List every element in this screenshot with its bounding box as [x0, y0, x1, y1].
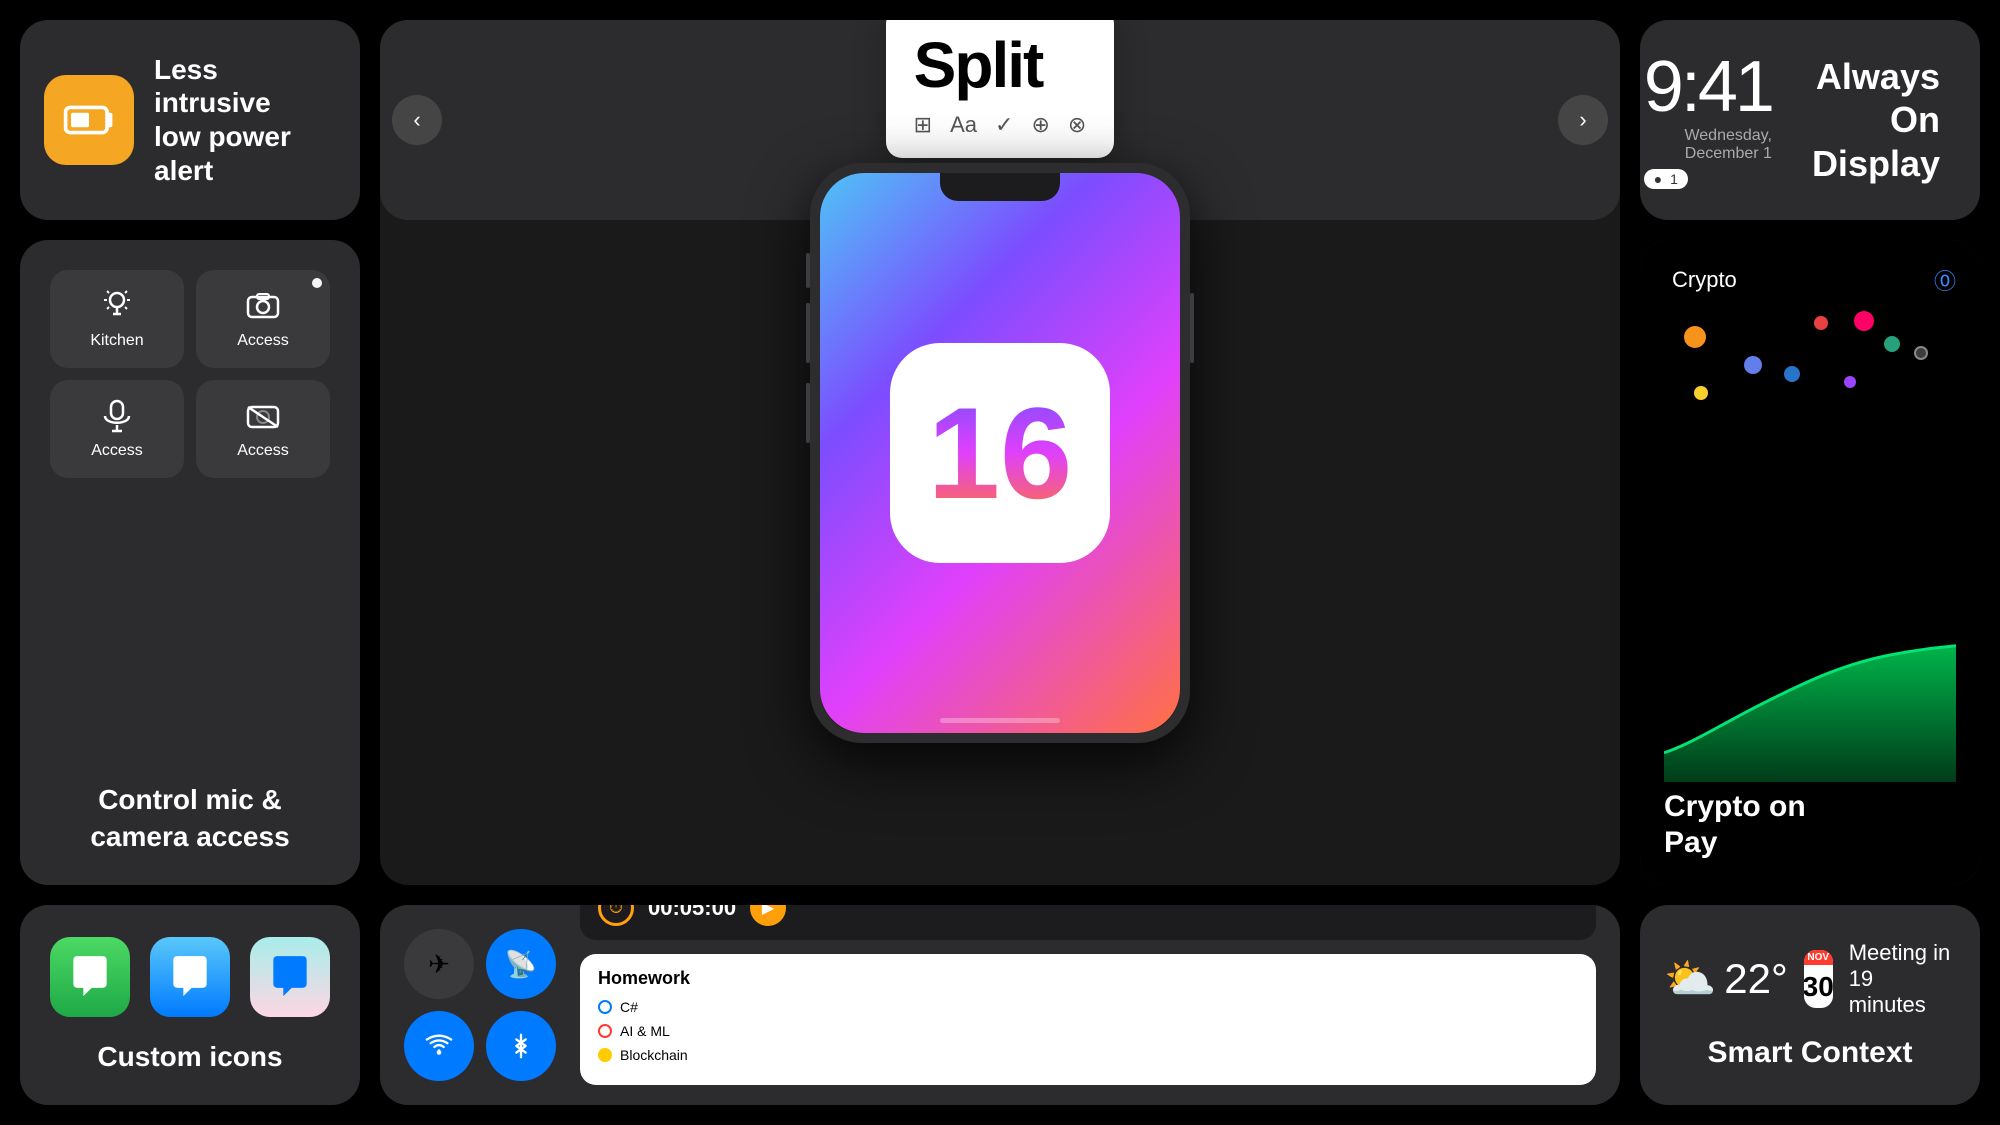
split-word: Split: [914, 28, 1087, 102]
always-on-display-card: 9:41 Wednesday, December 1 ● 1 Always On…: [1640, 20, 1980, 220]
crypto-chart-area: [1664, 306, 1956, 789]
timer-play-button[interactable]: ▶: [750, 905, 786, 926]
usdc-dot: [1784, 366, 1800, 382]
check-icon[interactable]: ✓: [995, 112, 1013, 138]
meeting-text: Meeting in 19 minutes: [1849, 940, 1956, 1018]
no-camera-label: Access: [237, 442, 289, 460]
icons-row: [50, 937, 330, 1017]
timer-display: 00:05:00: [648, 905, 736, 921]
aod-clock: 9:41: [1644, 51, 1772, 123]
cal-month: NOV: [1804, 950, 1833, 965]
weather-icon: ⛅: [1664, 955, 1716, 1004]
bluetooth-btn[interactable]: [486, 1011, 556, 1081]
aod-time-section: 9:41 Wednesday, December 1 ● 1: [1644, 51, 1772, 189]
podcast-btn[interactable]: 📡: [486, 929, 556, 999]
nav-arrow-right[interactable]: ›: [1558, 95, 1608, 145]
smart-context-card: ⛅ 22° NOV 30 Meeting in 19 minutes Smart…: [1640, 905, 1980, 1105]
home-indicator: [940, 718, 1060, 723]
hw-dot-yellow: [598, 1048, 612, 1062]
custom-icons-label: Custom icons: [97, 1041, 282, 1073]
homework-widget: Homework C# AI & ML Blockchain: [580, 954, 1596, 1085]
battery-icon: [44, 75, 134, 165]
smart-top-row: ⛅ 22° NOV 30 Meeting in 19 minutes: [1664, 940, 1956, 1018]
eth-dot: [1744, 356, 1762, 374]
matic-dot: [1854, 311, 1874, 331]
hw-dot-blue: [598, 1000, 612, 1014]
calendar-widget: NOV 30: [1804, 950, 1833, 1008]
usdt-dot: [1884, 336, 1900, 352]
ios16-number: 16: [928, 388, 1073, 518]
volume-down-button: [806, 383, 810, 443]
power-alert-text: Less intrusive low power alert: [154, 53, 336, 187]
iphone-frame: 16: [810, 163, 1190, 743]
mic-grid: Kitchen Access Access: [50, 270, 330, 478]
messages-icon-blue[interactable]: [150, 937, 230, 1017]
weather-widget: ⛅ 22°: [1664, 955, 1788, 1004]
mic-access-item[interactable]: Access: [50, 380, 184, 478]
cal-day: 30: [1804, 965, 1833, 1008]
aod-toggle-switch[interactable]: ● 1: [1644, 169, 1688, 189]
interactive-widgets-card: ✈ 📡 ⏱: [380, 905, 1620, 1105]
font-icon[interactable]: Aa: [950, 112, 977, 138]
crypto-inner: Crypto ⓪: [1640, 240, 1980, 885]
aod-toggle: ● 1: [1644, 169, 1772, 189]
crypto-footer: Crypto on Pay: [1664, 789, 1956, 861]
timer-icon: ⏱: [598, 905, 634, 926]
smart-context-label: Smart Context: [1707, 1036, 1912, 1070]
kitchen-item[interactable]: Kitchen: [50, 270, 184, 368]
timer-widget[interactable]: ⏱ 00:05:00 ▶: [580, 905, 1596, 940]
aod-date: Wednesday, December 1: [1644, 127, 1772, 163]
grid-icon[interactable]: ⊞: [914, 112, 932, 138]
mic-footer: Control mic & camera access: [90, 782, 289, 855]
crypto-card: Crypto ⓪: [1640, 240, 1980, 885]
add-icon[interactable]: ⊕: [1031, 112, 1049, 138]
control-buttons: ✈ 📡: [404, 929, 556, 1081]
widget-col: ⏱ 00:05:00 ▶ Homework C# AI & ML Blockch…: [580, 905, 1596, 1105]
iphone-notch: [940, 173, 1060, 201]
airplane-btn[interactable]: ✈: [404, 929, 474, 999]
messages-icon-green[interactable]: [50, 937, 130, 1017]
btc-dot: [1684, 326, 1706, 348]
kitchen-label: Kitchen: [90, 332, 143, 350]
crypto-chart-svg: [1664, 629, 1956, 789]
no-camera-item[interactable]: Access: [196, 380, 330, 478]
camera-dot: [312, 278, 322, 288]
temperature: 22°: [1724, 955, 1788, 1003]
mic-access-label: Access: [91, 442, 143, 460]
split-toolbar: ⊞ Aa ✓ ⊕ ⊗: [914, 112, 1087, 138]
controls-row-1: ✈ 📡: [404, 929, 556, 999]
messages-icon-gradient[interactable]: [250, 937, 330, 1017]
ios16-logo: 16: [890, 343, 1110, 563]
nav-arrow-left[interactable]: ‹: [392, 95, 442, 145]
power-button: [1190, 293, 1194, 363]
controls-row-2: [404, 1011, 556, 1081]
custom-icons-card: Custom icons: [20, 905, 360, 1105]
eth2-dot: [1914, 346, 1928, 360]
iphone-screen: 16: [820, 173, 1180, 733]
camera-access-label: Access: [237, 332, 289, 350]
hw-item-csharp[interactable]: C#: [598, 999, 1578, 1015]
hw-blockchain-text: Blockchain: [620, 1047, 688, 1063]
hw-aiml-text: AI & ML: [620, 1023, 670, 1039]
hw-item-blockchain[interactable]: Blockchain: [598, 1047, 1578, 1063]
crypto-title: Crypto: [1672, 267, 1737, 293]
aod-label: Always On Display: [1812, 55, 1940, 185]
camera-access-item[interactable]: Access: [196, 270, 330, 368]
silent-button: [806, 253, 810, 288]
hw-csharp-text: C#: [620, 999, 638, 1015]
crypto-header: Crypto ⓪: [1664, 264, 1956, 296]
shield-icon[interactable]: ⊗: [1068, 112, 1086, 138]
top-right-icon: ⓪: [1934, 264, 1956, 296]
avax-dot: [1814, 316, 1828, 330]
bnb-dot: [1694, 386, 1708, 400]
split-left-panel: Split ⊞ Aa ✓ ⊕ ⊗: [886, 20, 1115, 158]
volume-up-button: [806, 303, 810, 363]
hw-item-aiml[interactable]: AI & ML: [598, 1023, 1578, 1039]
wifi-btn[interactable]: [404, 1011, 474, 1081]
homework-title: Homework: [598, 968, 1578, 989]
mic-camera-card: Kitchen Access Access: [20, 240, 360, 885]
low-power-alert-card: Less intrusive low power alert: [20, 20, 360, 220]
hw-dot-red: [598, 1024, 612, 1038]
sol-dot: [1844, 376, 1856, 388]
